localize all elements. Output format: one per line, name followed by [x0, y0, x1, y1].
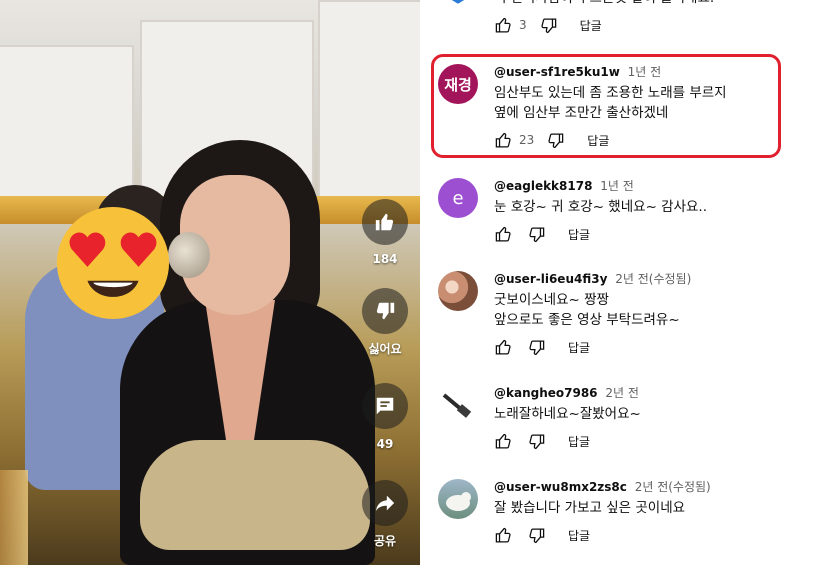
thumbs-down-icon[interactable] — [527, 225, 546, 244]
thumbs-down-icon[interactable] — [527, 338, 546, 357]
like-count: 184 — [372, 252, 398, 266]
reply-button[interactable]: 답글 — [568, 433, 590, 450]
animal-avatar-icon — [446, 492, 471, 511]
thumbs-down-icon[interactable] — [527, 526, 546, 545]
comment-icon — [376, 397, 394, 415]
microphone — [168, 232, 210, 278]
thumbs-down-icon[interactable] — [539, 16, 558, 35]
comment-time[interactable]: 2년 전(수정됨) — [635, 480, 711, 494]
highlight-box — [431, 54, 781, 158]
wall-panel-left — [0, 45, 134, 199]
comment-count: 49 — [376, 437, 394, 451]
comment-text: 굿보이스네요~ 짱짱 앞으로도 좋은 영상 부탁드려유~ — [494, 290, 814, 330]
thumbs-up-icon[interactable] — [494, 16, 513, 35]
share-icon — [375, 495, 395, 512]
partial-avatar-icon — [451, 0, 465, 4]
avatar-initials: e — [452, 187, 464, 209]
thumbs-up-icon — [375, 213, 394, 231]
dislike-button[interactable] — [362, 288, 408, 334]
thumbs-down-icon — [376, 302, 395, 320]
comment-text: 눈 호강~ 귀 호강~ 했네요~ 감사요.. — [494, 197, 814, 217]
comment-time[interactable]: 1년 전 — [600, 179, 634, 193]
comment-line: 앞으로도 좋은 영상 부탁드려유~ — [494, 312, 680, 328]
comment-line: 굿보이스네요~ 짱짱 — [494, 292, 609, 308]
avatar[interactable] — [438, 0, 478, 28]
like-count: 3 — [519, 18, 527, 32]
comment-text: 식 한국사람이 부르는것 같이 들리네요. — [494, 0, 814, 8]
comment-author[interactable]: @user-li6eu4fi3y — [494, 272, 607, 286]
comment-author[interactable]: @kangheo7986 — [494, 386, 598, 400]
thumbs-up-icon[interactable] — [494, 526, 513, 545]
like-button[interactable] — [362, 199, 408, 245]
share-button[interactable] — [362, 480, 408, 526]
avatar[interactable]: e — [438, 178, 478, 218]
comment-author[interactable]: @user-wu8mx2zs8c — [494, 480, 627, 494]
thumbs-up-icon[interactable] — [494, 338, 513, 357]
comment-line: 노래잘하네요~잘봤어요~ — [494, 406, 641, 422]
share-label: 공유 — [373, 534, 397, 548]
comment-time[interactable]: 2년 전 — [605, 386, 639, 400]
drink-glass — [0, 470, 28, 565]
heart-eyes-emoji-icon — [56, 206, 170, 320]
comment-text: 노래잘하네요~잘봤어요~ — [494, 404, 814, 424]
rifle-avatar-icon — [442, 393, 472, 418]
reply-button[interactable]: 답글 — [568, 339, 590, 356]
comment-author[interactable]: @eaglekk8178 — [494, 179, 592, 193]
dislike-label: 싫어요 — [368, 342, 402, 356]
comment-line: 잘 봤습니다 가보고 싶은 곳이네요 — [494, 500, 686, 516]
comment-time[interactable]: 2년 전(수정됨) — [615, 272, 691, 286]
video-player[interactable]: 184 싫어요 49 공유 — [0, 0, 420, 565]
reply-button[interactable]: 답글 — [568, 527, 590, 544]
avatar[interactable] — [438, 271, 478, 311]
cushion — [140, 440, 370, 550]
reply-button[interactable]: 답글 — [580, 17, 602, 34]
comment-line: 눈 호강~ 귀 호강~ 했네요~ 감사요.. — [494, 199, 708, 215]
reply-button[interactable]: 답글 — [568, 226, 590, 243]
avatar[interactable] — [438, 479, 478, 519]
thumbs-up-icon[interactable] — [494, 225, 513, 244]
thumbs-up-icon[interactable] — [494, 432, 513, 451]
comments-button[interactable] — [362, 383, 408, 429]
wall-panel-right — [318, 0, 420, 199]
comment-text: 잘 봤습니다 가보고 싶은 곳이네요 — [494, 498, 814, 518]
avatar[interactable] — [438, 385, 478, 425]
thumbs-down-icon[interactable] — [527, 432, 546, 451]
